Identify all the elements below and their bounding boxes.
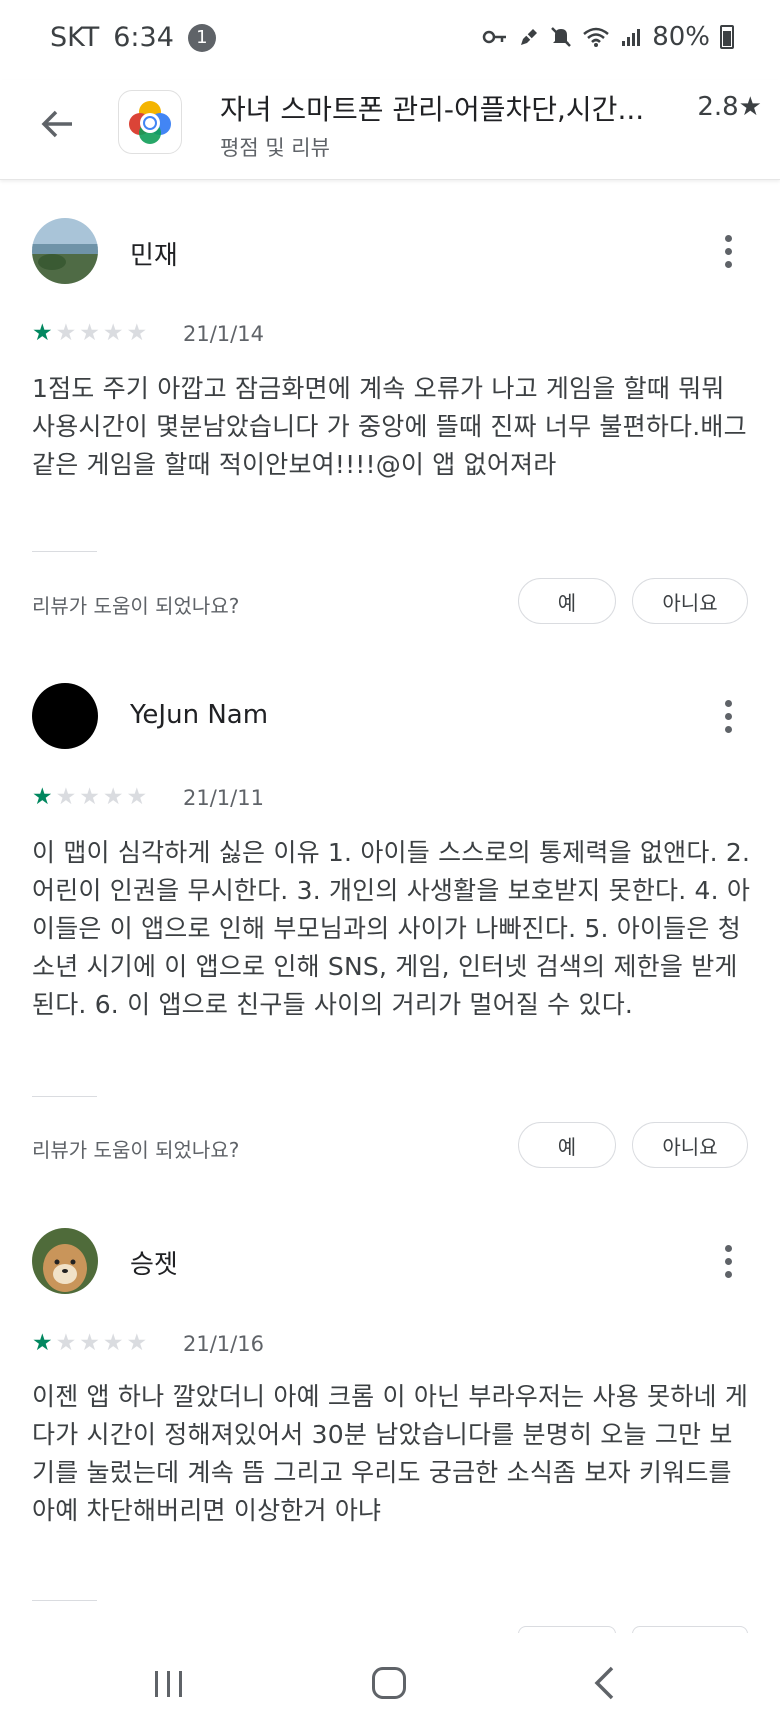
- app-title: 자녀 스마트폰 관리-어플차단,시간...: [220, 93, 645, 126]
- reviewer-name: 승젯: [130, 1250, 178, 1280]
- avatar: [32, 1228, 98, 1294]
- star-empty-icon: ★: [55, 784, 77, 810]
- star-empty-icon: ★: [102, 784, 124, 810]
- system-nav-bar: [0, 1633, 780, 1733]
- review-text: 1점도 주기 아깝고 잠금화면에 계속 오류가 나고 게임을 할때 뭐뭐 사용시…: [32, 374, 747, 479]
- back-arrow-icon[interactable]: [38, 104, 78, 144]
- nav-back-icon[interactable]: [592, 1665, 616, 1701]
- clock: 6:34: [113, 22, 174, 53]
- star-empty-icon: ★: [126, 320, 148, 346]
- star-filled-icon: ★: [32, 784, 53, 810]
- star-rating: ★ ★ ★ ★ ★: [32, 786, 147, 809]
- helpful-question: 리뷰가 도움이 되었나요?: [32, 594, 240, 618]
- divider: [32, 1600, 97, 1601]
- more-options-icon[interactable]: [718, 700, 738, 733]
- star-filled-icon: ★: [32, 320, 53, 346]
- review-text: 이젠 앱 하나 깔았더니 아예 크롬 이 아닌 부라우저는 사용 못하네 게다가…: [32, 1382, 749, 1525]
- recent-apps-icon[interactable]: [155, 1671, 182, 1697]
- review-text: 이 맵이 심각하게 싫은 이유 1. 아이들 스스로의 통제력을 없앤다. 2.…: [32, 838, 751, 1019]
- battery-icon: [720, 25, 734, 49]
- carrier-label: SKT: [50, 22, 100, 53]
- helpful-no-button[interactable]: 아니요: [632, 1122, 748, 1168]
- reviewer-name: 민재: [130, 241, 178, 271]
- ratings-reviews-label: 평점 및 리뷰: [220, 136, 330, 160]
- reviewer-name: YeJun Nam: [130, 700, 269, 730]
- star-filled-icon: ★: [32, 1330, 53, 1356]
- star-empty-icon: ★: [55, 320, 77, 346]
- star-empty-icon: ★: [126, 1330, 148, 1356]
- avatar: [32, 218, 98, 284]
- star-empty-icon: ★: [79, 320, 100, 346]
- review-date: 21/1/11: [183, 786, 264, 810]
- app-logo-icon: [129, 101, 171, 144]
- star-empty-icon: ★: [102, 1330, 124, 1356]
- helpful-question: 리뷰가 도움이 되었나요?: [32, 1138, 240, 1162]
- divider: [32, 551, 97, 552]
- more-options-icon[interactable]: [718, 1245, 738, 1278]
- star-empty-icon: ★: [79, 784, 100, 810]
- avatar: [32, 683, 98, 749]
- app-header: 자녀 스마트폰 관리-어플차단,시간... 평점 및 리뷰 2.8★: [0, 80, 780, 180]
- divider: [32, 1096, 97, 1097]
- helpful-yes-button[interactable]: 예: [518, 1122, 616, 1168]
- star-rating: ★ ★ ★ ★ ★: [32, 322, 147, 345]
- notification-count-badge: 1: [187, 23, 216, 52]
- mute-icon: [551, 27, 572, 47]
- star-rating: ★ ★ ★ ★ ★: [32, 1332, 147, 1355]
- key-icon: [482, 30, 507, 44]
- status-bar: SKT 6:34 1 80%: [0, 0, 780, 80]
- star-empty-icon: ★: [79, 1330, 100, 1356]
- edit-pen-icon: [519, 27, 539, 47]
- overall-rating: 2.8★: [697, 92, 762, 122]
- star-empty-icon: ★: [126, 784, 148, 810]
- signal-icon: [622, 29, 641, 46]
- app-icon[interactable]: [118, 90, 182, 154]
- star-empty-icon: ★: [55, 1330, 77, 1356]
- home-icon[interactable]: [372, 1667, 406, 1699]
- wifi-icon: [583, 27, 610, 47]
- review-date: 21/1/16: [183, 1332, 264, 1356]
- battery-percent: 80%: [652, 22, 710, 52]
- helpful-yes-button[interactable]: 예: [518, 578, 616, 624]
- review-date: 21/1/14: [183, 322, 264, 346]
- helpful-no-button[interactable]: 아니요: [632, 578, 748, 624]
- more-options-icon[interactable]: [718, 235, 738, 268]
- star-empty-icon: ★: [102, 320, 124, 346]
